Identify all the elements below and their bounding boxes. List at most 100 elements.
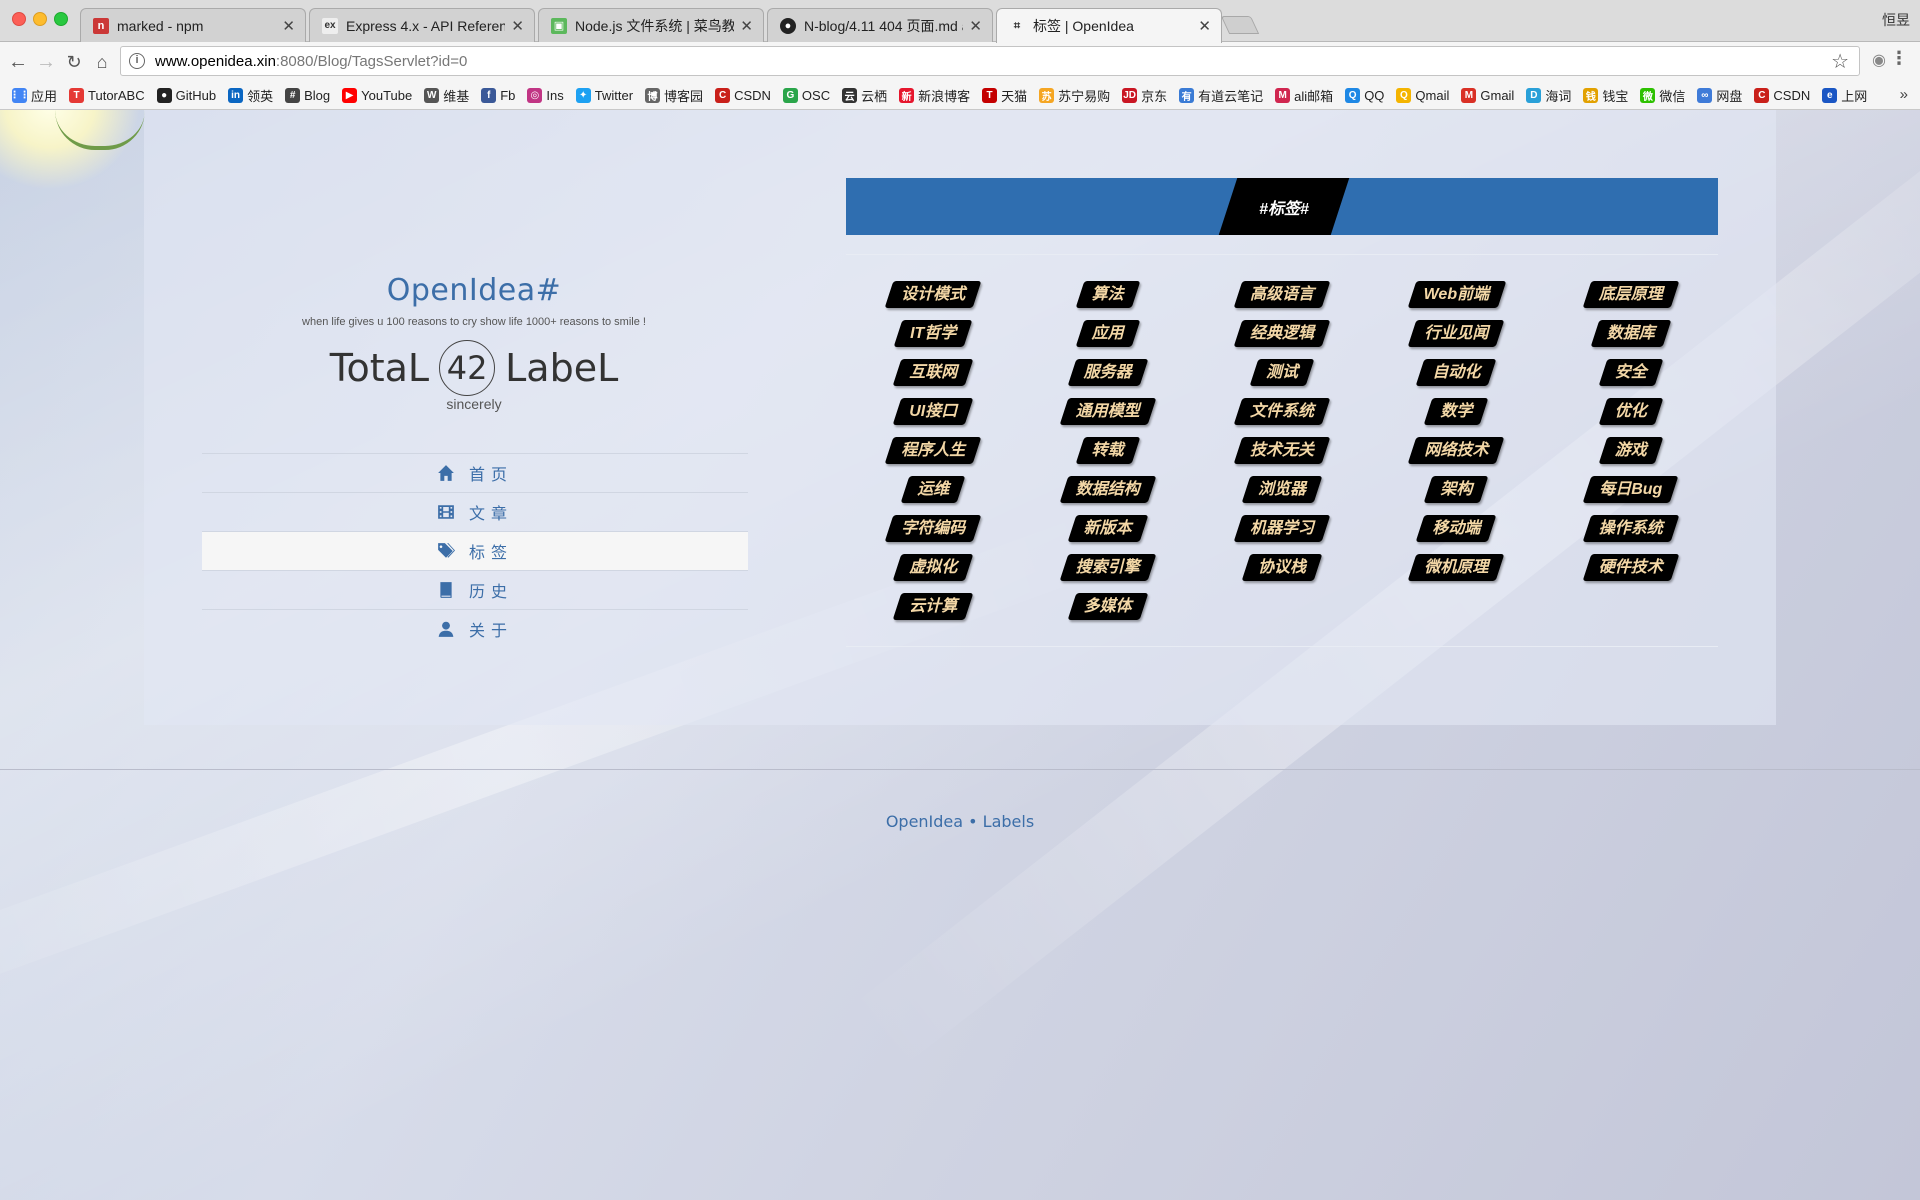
bookmark-item[interactable]: in 领英 (228, 86, 273, 105)
bookmark-item[interactable]: C CSDN (715, 88, 771, 103)
bookmark-item[interactable]: # Blog (285, 88, 330, 103)
tag-link[interactable]: 每日Bug (1587, 476, 1674, 503)
bookmark-item[interactable]: ◎ Ins (527, 88, 564, 103)
menu-icon[interactable]: ⋮ (1890, 48, 1908, 69)
bookmark-item[interactable]: ∞ 网盘 (1697, 86, 1742, 105)
nav-item-articles[interactable]: 文章 (202, 492, 748, 531)
bookmark-item[interactable]: M Gmail (1461, 88, 1514, 103)
tag-link[interactable]: 新版本 (1072, 515, 1144, 542)
tag-link[interactable]: 通用模型 (1064, 398, 1152, 425)
bookmark-item[interactable]: T 天猫 (982, 86, 1027, 105)
browser-tab[interactable]: n marked - npm ✕ (80, 8, 306, 42)
bookmark-item[interactable]: ● GitHub (156, 88, 216, 103)
window-close-button[interactable] (12, 12, 26, 26)
bookmark-item[interactable]: JD 京东 (1122, 86, 1167, 105)
tag-link[interactable]: 数据库 (1595, 320, 1667, 347)
tag-link[interactable]: 硬件技术 (1587, 554, 1675, 581)
tag-link[interactable]: 行业见闻 (1412, 320, 1500, 347)
tag-link[interactable]: 高级语言 (1238, 281, 1326, 308)
browser-tab[interactable]: ● N-blog/4.11 404 页面.md at m ✕ (767, 8, 993, 42)
bookmark-item[interactable]: W 维基 (424, 86, 469, 105)
bookmark-item[interactable]: 苏苏宁易购 (1039, 86, 1110, 105)
bookmark-item[interactable]: 新新浪博客 (899, 86, 970, 105)
tag-link[interactable]: 底层原理 (1587, 281, 1675, 308)
bookmark-item[interactable]: f Fb (481, 88, 515, 103)
nav-item-history[interactable]: 历史 (202, 570, 748, 609)
tag-link[interactable]: 协议栈 (1246, 554, 1318, 581)
bookmark-item[interactable]: ⋮⋮ 应用 (10, 86, 57, 105)
bookmark-item[interactable]: ✦ Twitter (575, 88, 633, 103)
bookmark-item[interactable]: 博博客园 (645, 86, 703, 105)
tag-link[interactable]: UI接口 (897, 398, 969, 425)
bookmark-star-icon[interactable]: ☆ (1831, 49, 1849, 74)
tag-link[interactable]: 网络技术 (1412, 437, 1500, 464)
tag-link[interactable]: 互联网 (897, 359, 969, 386)
tag-link[interactable]: 搜索引擎 (1064, 554, 1152, 581)
profile-name[interactable]: 恒昱 (1882, 10, 1910, 30)
tag-link[interactable]: 操作系统 (1587, 515, 1675, 542)
tag-link[interactable]: 运维 (905, 476, 961, 503)
tag-link[interactable]: 架构 (1428, 476, 1484, 503)
window-minimize-button[interactable] (33, 12, 47, 26)
tag-link[interactable]: 服务器 (1072, 359, 1144, 386)
tag-link[interactable]: 虚拟化 (897, 554, 969, 581)
new-tab-button[interactable] (1220, 16, 1260, 34)
camera-icon[interactable]: ◉ (1872, 50, 1886, 70)
tag-link[interactable]: 技术无关 (1238, 437, 1326, 464)
tag-link[interactable]: 微机原理 (1412, 554, 1500, 581)
bookmark-item[interactable]: T TutorABC (69, 88, 145, 103)
tag-link[interactable]: 优化 (1603, 398, 1659, 425)
reload-icon[interactable]: ↻ (62, 50, 86, 74)
tag-link[interactable]: 数据结构 (1064, 476, 1152, 503)
browser-tab-active[interactable]: ⌗ 标签 | OpenIdea ✕ (996, 8, 1222, 43)
tag-link[interactable]: 转载 (1080, 437, 1136, 464)
tag-link[interactable]: 文件系统 (1238, 398, 1326, 425)
tag-link[interactable]: 数学 (1428, 398, 1484, 425)
tag-link[interactable]: 多媒体 (1072, 593, 1144, 620)
browser-tab[interactable]: ▣ Node.js 文件系统 | 菜鸟教程 ✕ (538, 8, 764, 42)
nav-item-tags[interactable]: 标签 (202, 531, 748, 570)
bookmark-item[interactable]: 有有道云笔记 (1179, 86, 1263, 105)
bookmark-item[interactable]: Q QQ (1345, 88, 1384, 103)
bookmark-item[interactable]: C CSDN (1754, 88, 1810, 103)
nav-item-home[interactable]: 首页 (202, 453, 748, 492)
tag-link[interactable]: 移动端 (1420, 515, 1492, 542)
tag-link[interactable]: 算法 (1080, 281, 1136, 308)
tag-link[interactable]: 设计模式 (889, 281, 977, 308)
tag-link[interactable]: Web前端 (1412, 281, 1502, 308)
close-icon[interactable]: ✕ (969, 17, 982, 35)
bookmark-item[interactable]: ▶ YouTube (342, 88, 412, 103)
tag-link[interactable]: 安全 (1603, 359, 1659, 386)
bookmarks-overflow-icon[interactable]: » (1900, 86, 1908, 103)
window-zoom-button[interactable] (54, 12, 68, 26)
info-icon[interactable]: i (129, 53, 145, 69)
tag-link[interactable]: 字符编码 (889, 515, 977, 542)
tag-link[interactable]: 浏览器 (1246, 476, 1318, 503)
tag-link[interactable]: 自动化 (1420, 359, 1492, 386)
tag-link[interactable]: 游戏 (1603, 437, 1659, 464)
site-title[interactable]: OpenIdea# (144, 273, 804, 308)
tag-link[interactable]: 机器学习 (1238, 515, 1326, 542)
forward-icon[interactable]: → (34, 50, 58, 74)
bookmark-item[interactable]: e 上网 (1822, 86, 1867, 105)
bookmark-item[interactable]: 微微信 (1640, 86, 1685, 105)
tag-link[interactable]: 云计算 (897, 593, 969, 620)
back-icon[interactable]: ← (6, 50, 30, 74)
bookmark-item[interactable]: Mali邮箱 (1275, 86, 1333, 105)
bookmark-item[interactable]: Q Qmail (1396, 88, 1449, 103)
nav-item-about[interactable]: 关于 (202, 609, 748, 648)
address-bar[interactable]: i www.openidea.xin:8080/Blog/TagsServlet… (120, 46, 1860, 76)
tag-link[interactable]: 经典逻辑 (1238, 320, 1326, 347)
tag-link[interactable]: IT哲学 (898, 320, 968, 347)
home-icon[interactable]: ⌂ (90, 50, 114, 74)
bookmark-item[interactable]: 云云栖 (842, 86, 887, 105)
tag-link[interactable]: 程序人生 (889, 437, 977, 464)
close-icon[interactable]: ✕ (1198, 17, 1211, 35)
close-icon[interactable]: ✕ (282, 17, 295, 35)
close-icon[interactable]: ✕ (740, 17, 753, 35)
bookmark-item[interactable]: G OSC (782, 88, 830, 103)
tag-link[interactable]: 应用 (1080, 320, 1136, 347)
bookmark-item[interactable]: 钱钱宝 (1583, 86, 1628, 105)
browser-tab[interactable]: ex Express 4.x - API Reference ✕ (309, 8, 535, 42)
close-icon[interactable]: ✕ (511, 17, 524, 35)
